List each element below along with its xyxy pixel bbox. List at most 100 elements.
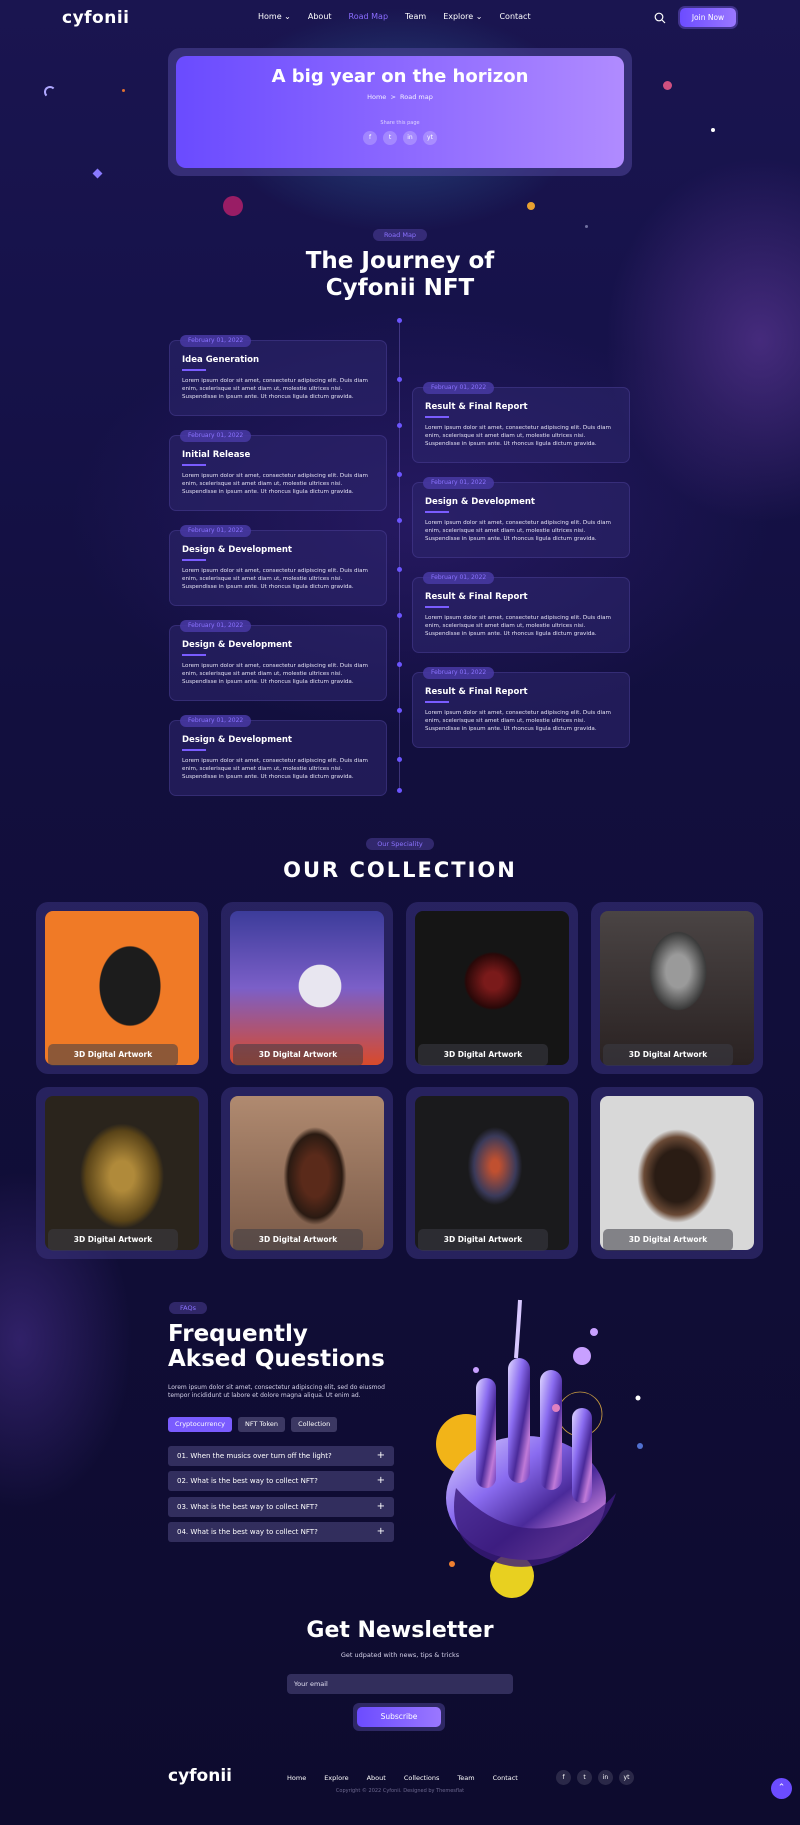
linkedin-icon[interactable]: in [403, 131, 417, 145]
footer-link-explore[interactable]: Explore [324, 1774, 348, 1782]
roadmap-date: February 01, 2022 [423, 477, 495, 489]
accent-bar [425, 416, 449, 418]
timeline-dot [397, 472, 402, 477]
roadmap-card-title: Initial Release [182, 450, 251, 460]
share-socials: f t in yt [176, 131, 624, 145]
artwork-image [45, 911, 199, 1065]
faq-tabs: Cryptocurrency NFT Token Collection [168, 1417, 338, 1432]
youtube-icon[interactable]: yt [423, 131, 437, 145]
faq-question[interactable]: 03. What is the best way to collect NFT?… [168, 1497, 394, 1517]
decor-dot [663, 81, 672, 90]
collection-card[interactable]: 3D Digital Artwork [591, 1087, 763, 1259]
twitter-icon[interactable]: t [577, 1770, 592, 1785]
artwork-label: 3D Digital Artwork [48, 1044, 178, 1066]
youtube-icon[interactable]: yt [619, 1770, 634, 1785]
search-icon[interactable] [654, 12, 666, 24]
roadmap-card-desc: Lorem ipsum dolor sit amet, consectetur … [182, 378, 368, 400]
collection-card[interactable]: 3D Digital Artwork [36, 1087, 208, 1259]
roadmap-date: February 01, 2022 [180, 430, 252, 442]
roadmap-date: February 01, 2022 [180, 335, 252, 347]
nav-item-contact[interactable]: Contact [499, 12, 530, 21]
artwork-label: 3D Digital Artwork [233, 1044, 363, 1066]
newsletter-email-input[interactable]: Your email [287, 1674, 513, 1694]
timeline-dot [397, 708, 402, 713]
roadmap-card-title: Design & Development [182, 640, 292, 650]
breadcrumb-home[interactable]: Home [367, 93, 386, 101]
roadmap-date: February 01, 2022 [423, 382, 495, 394]
accent-bar [425, 701, 449, 703]
artwork-image [415, 1096, 569, 1250]
chevron-down-icon: ⌄ [475, 12, 483, 21]
collection-card[interactable]: 3D Digital Artwork [36, 902, 208, 1074]
artwork-label: 3D Digital Artwork [418, 1229, 548, 1251]
nav-item-team[interactable]: Team [405, 12, 426, 21]
twitter-icon[interactable]: t [383, 131, 397, 145]
faq-title: Frequently Aksed Questions [168, 1322, 385, 1372]
artwork-image [600, 1096, 754, 1250]
artwork-label: 3D Digital Artwork [48, 1229, 178, 1251]
roadmap-date: February 01, 2022 [180, 620, 252, 632]
roadmap-card-desc: Lorem ipsum dolor sit amet, consectetur … [425, 425, 611, 447]
facebook-icon[interactable]: f [556, 1770, 571, 1785]
nav-item-road-map[interactable]: Road Map [349, 12, 389, 21]
collection-card[interactable]: 3D Digital Artwork [221, 902, 393, 1074]
accent-bar [182, 749, 206, 751]
roadmap-card: February 01, 2022 Design & Development L… [169, 620, 387, 701]
back-to-top-button[interactable]: ⌃ [771, 1778, 792, 1799]
faq-question[interactable]: 01. When the musics over turn off the li… [168, 1446, 394, 1466]
timeline-dot [397, 757, 402, 762]
footer-link-home[interactable]: Home [287, 1774, 306, 1782]
chevron-up-icon: ⌃ [777, 1783, 786, 1793]
footer-link-team[interactable]: Team [457, 1774, 474, 1782]
faq-question[interactable]: 02. What is the best way to collect NFT?… [168, 1471, 394, 1491]
plus-icon: + [376, 1450, 385, 1461]
roadmap-date: February 01, 2022 [180, 715, 252, 727]
collection-card[interactable]: 3D Digital Artwork [221, 1087, 393, 1259]
artwork-image [45, 1096, 199, 1250]
accent-bar [182, 369, 206, 371]
artwork-label: 3D Digital Artwork [418, 1044, 548, 1066]
decor-dot [711, 128, 715, 132]
artwork-image [415, 911, 569, 1065]
tab-cryptocurrency[interactable]: Cryptocurrency [168, 1417, 233, 1432]
roadmap-card-desc: Lorem ipsum dolor sit amet, consectetur … [425, 520, 611, 542]
faq-description: Lorem ipsum dolor sit amet, consectetur … [168, 1384, 385, 1399]
decor-dot [223, 196, 243, 216]
subscribe-button[interactable]: Subscribe [357, 1707, 441, 1727]
roadmap-date: February 01, 2022 [423, 572, 495, 584]
footer-logo[interactable]: cyfonii [168, 1766, 232, 1786]
decor-dot [527, 202, 535, 210]
breadcrumb-separator: > [390, 93, 396, 101]
nav-item-about[interactable]: About [308, 12, 332, 21]
join-now-button[interactable]: Join Now [680, 8, 736, 27]
tab-collection[interactable]: Collection [291, 1417, 338, 1432]
roadmap-pill: Road Map [373, 229, 427, 241]
linkedin-icon[interactable]: in [598, 1770, 613, 1785]
roadmap-card-title: Idea Generation [182, 355, 260, 365]
plus-icon: + [376, 1526, 385, 1537]
faq-question[interactable]: 04. What is the best way to collect NFT?… [168, 1522, 394, 1542]
collection-card[interactable]: 3D Digital Artwork [406, 902, 578, 1074]
nav-item-home[interactable]: Home ⌄ [258, 12, 291, 21]
facebook-icon[interactable]: f [363, 131, 377, 145]
tab-nft-token[interactable]: NFT Token [238, 1417, 286, 1432]
footer-link-contact[interactable]: Contact [493, 1774, 518, 1782]
breadcrumb-current: Road map [400, 93, 433, 101]
faq-title-line1: Frequently [168, 1321, 308, 1347]
logo[interactable]: cyfonii [62, 8, 130, 28]
collection-card[interactable]: 3D Digital Artwork [591, 902, 763, 1074]
share-label: Share this page [380, 120, 420, 126]
roadmap-title-line1: The Journey of [305, 248, 495, 274]
roadmap-card: February 01, 2022 Idea Generation Lorem … [169, 335, 387, 416]
footer-link-collections[interactable]: Collections [404, 1774, 440, 1782]
collection-card[interactable]: 3D Digital Artwork [406, 1087, 578, 1259]
hero-title: A big year on the horizon [271, 66, 529, 87]
breadcrumb: Home > Road map [176, 93, 624, 101]
footer-link-about[interactable]: About [367, 1774, 386, 1782]
roadmap-card-title: Result & Final Report [425, 687, 528, 697]
nav-item-explore[interactable]: Explore ⌄ [443, 12, 482, 21]
timeline-dot [397, 318, 402, 323]
accent-bar [182, 654, 206, 656]
accent-bar [425, 511, 449, 513]
timeline-dot [397, 518, 402, 523]
